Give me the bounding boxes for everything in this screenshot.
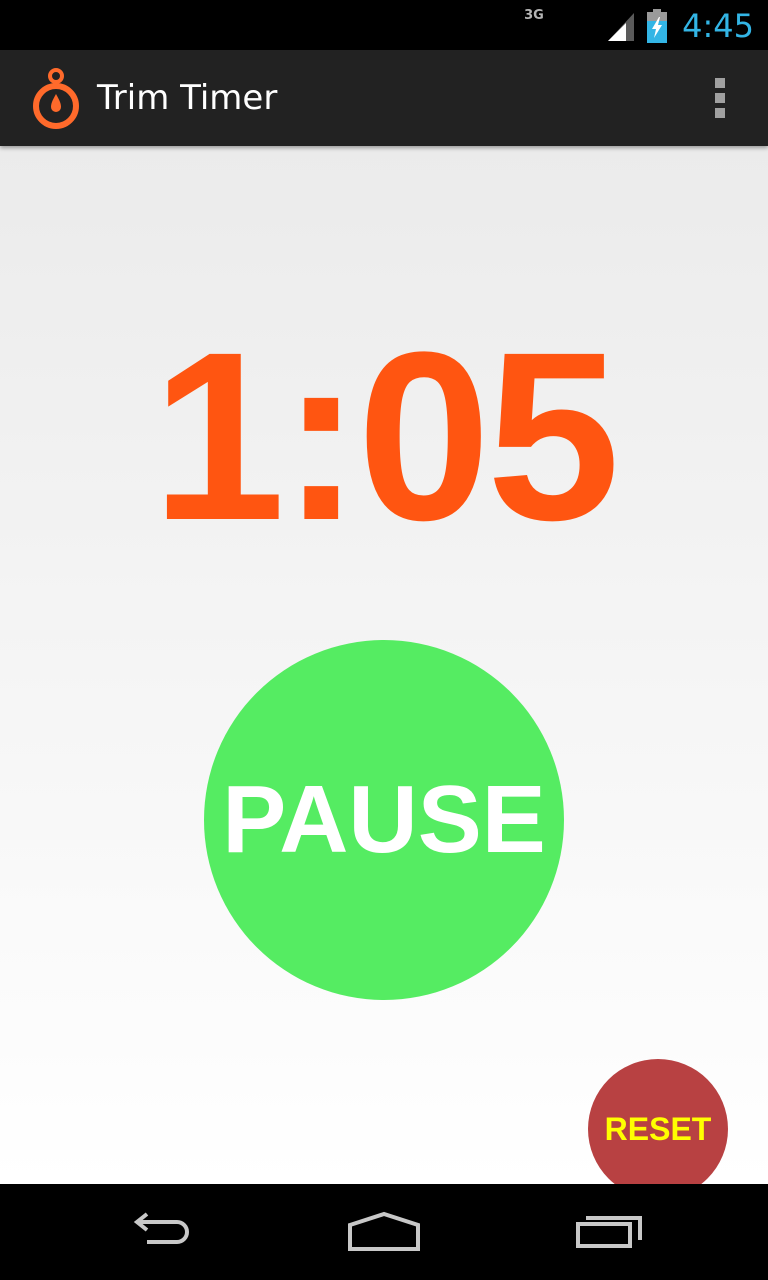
reset-button[interactable]: RESET	[588, 1059, 728, 1184]
stopwatch-icon[interactable]	[30, 66, 82, 130]
recent-apps-icon	[576, 1216, 642, 1248]
status-bar: 3G 4:45	[0, 0, 768, 50]
navigation-bar	[0, 1184, 768, 1280]
overflow-dot	[715, 93, 725, 103]
overflow-dot	[715, 108, 725, 118]
back-icon	[133, 1212, 189, 1244]
status-icons: 3G 4:45	[524, 6, 754, 46]
timer-screen: 1:05 PAUSE RESET	[0, 146, 768, 1184]
home-icon	[348, 1211, 420, 1251]
pause-label: PAUSE	[222, 766, 546, 873]
back-button[interactable]	[110, 1206, 210, 1258]
battery-charging-icon	[647, 9, 668, 43]
reset-label: RESET	[604, 1110, 712, 1147]
overflow-menu-button[interactable]	[702, 76, 738, 120]
home-button[interactable]	[334, 1206, 434, 1258]
overflow-dot	[715, 78, 725, 88]
timer-display: 1:05	[151, 302, 620, 570]
status-time: 4:45	[682, 7, 754, 45]
app-title: Trim Timer	[97, 78, 278, 118]
network-type-label: 3G	[524, 8, 544, 23]
recent-apps-button[interactable]	[560, 1206, 660, 1258]
pause-button[interactable]: PAUSE	[204, 640, 564, 1000]
action-bar: Trim Timer	[0, 50, 768, 146]
signal-icon	[608, 13, 635, 41]
